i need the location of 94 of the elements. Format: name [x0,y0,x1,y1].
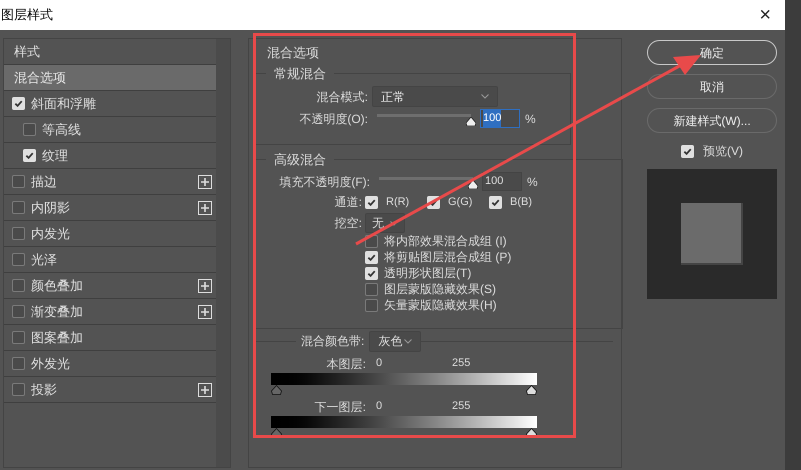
option-label: 将内部效果混合成组 (I) [384,233,507,250]
option-label: 图层蒙版隐藏效果(S) [384,281,496,298]
add-icon[interactable] [198,200,212,214]
style-label: 内阴影 [31,198,70,217]
checkbox[interactable] [681,144,694,158]
channel-label: G(G) [448,194,472,210]
option-label: 透明形状图层(T) [384,265,472,282]
style-list-item[interactable]: 描边 [4,169,216,195]
dialog-button[interactable]: 取消 [647,74,777,99]
style-list-item[interactable]: 光泽 [4,247,216,273]
preview-label: 预览(V) [703,143,743,160]
style-list-item[interactable]: 纹理 [4,143,216,169]
style-label: 光泽 [31,250,57,269]
band-high-value: 255 [452,399,470,414]
blend-mode-dropdown[interactable]: 正常 [372,86,498,107]
dialog-button[interactable]: 新建样式(W)... [647,108,777,133]
band-high-value: 255 [452,356,470,372]
style-list-item[interactable]: 混合选项 [4,65,216,91]
caret-icon [404,338,412,344]
channel-label: R(R) [386,194,410,210]
checkbox[interactable] [365,250,378,264]
style-label: 投影 [31,380,57,399]
style-label: 渐变叠加 [31,302,83,321]
style-label: 混合选项 [13,68,66,87]
style-label: 外发光 [31,354,70,373]
close-button[interactable]: × [759,5,771,25]
option-label: 将剪贴图层混合成组 (P) [384,249,512,266]
style-label: 斜面和浮雕 [31,94,96,113]
field-label: 填充不透明度(F): [278,174,371,190]
check-icon [367,198,376,206]
add-icon[interactable] [198,382,212,396]
field-label: 混合颜色带: [296,332,370,350]
checkbox[interactable] [12,357,25,370]
style-list-item[interactable]: 内发光 [4,221,216,247]
band-label: 本图层: [326,356,366,372]
style-label: 颜色叠加 [31,276,83,295]
field-label: 混合模式: [316,88,368,106]
option-label: 矢量蒙版隐藏效果(H) [384,297,497,314]
style-list-item[interactable]: 外发光 [4,351,216,377]
checkbox[interactable] [365,266,378,280]
style-list-item[interactable]: 图案叠加 [4,325,216,351]
checkbox[interactable] [12,253,25,266]
check-icon [491,198,500,206]
slider-thumb[interactable] [468,180,478,188]
checkbox[interactable] [489,196,502,208]
style-list-item[interactable]: 颜色叠加 [4,273,216,299]
window-title: 图层样式 [1,6,53,24]
checkbox[interactable] [365,196,378,208]
style-list-item[interactable]: 斜面和浮雕 [4,91,216,117]
add-icon[interactable] [198,174,212,188]
checkbox[interactable] [12,331,25,344]
style-list-item[interactable]: 投影 [4,377,216,403]
style-list-item[interactable]: 等高线 [4,117,216,143]
opacity-input[interactable]: 100 [480,109,520,128]
field-label: 不透明度(O): [298,110,368,128]
fill-opacity-input[interactable]: 100 [482,172,522,191]
slider-thumb[interactable] [466,116,476,126]
check-icon [683,146,692,156]
add-icon[interactable] [198,278,212,292]
caret-icon [390,220,398,226]
unit-label: % [527,174,538,190]
blend-band-dropdown[interactable]: 灰色 [369,330,422,352]
checkbox[interactable] [23,123,36,136]
band-low-value: 0 [376,399,384,414]
checkbox[interactable] [12,175,25,188]
unit-label: % [525,110,536,128]
textured-square-preview [681,203,743,265]
checkbox[interactable] [12,201,25,214]
checkbox[interactable] [12,97,25,110]
checkbox[interactable] [12,227,25,240]
style-label: 纹理 [42,146,68,165]
field-label: 通道: [334,194,363,211]
channel-label: B(B) [510,194,532,210]
check-icon [14,99,23,108]
style-list-item[interactable]: 内阴影 [4,195,216,221]
caret-icon [481,94,489,99]
checkbox[interactable] [365,298,378,312]
checkbox[interactable] [23,149,36,162]
checkbox[interactable] [12,279,25,292]
checkbox[interactable] [365,282,378,296]
style-label: 等高线 [42,120,81,139]
check-icon [25,151,34,160]
style-label: 描边 [31,172,57,191]
add-icon[interactable] [198,304,212,318]
style-label: 图案叠加 [31,328,83,347]
section-title: 混合选项 [267,45,319,60]
style-label: 内发光 [31,224,70,243]
style-list-item[interactable]: 渐变叠加 [4,299,216,325]
field-label: 挖空: [334,215,363,232]
checkbox[interactable] [12,383,25,396]
band-label: 下一图层: [314,398,366,416]
band-low-value: 0 [376,356,384,372]
checkbox[interactable] [12,305,25,318]
style-label: 样式 [13,42,40,61]
